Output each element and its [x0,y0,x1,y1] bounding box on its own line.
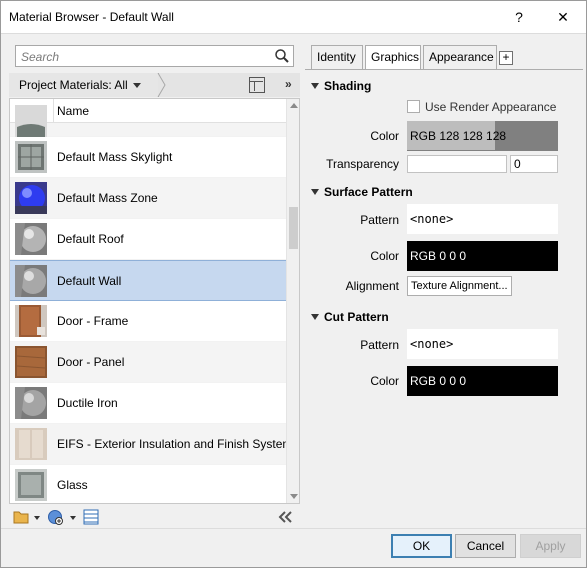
texture-alignment-button[interactable]: Texture Alignment... [407,276,512,296]
list-item-label: Default Mass Skylight [57,150,173,164]
material-thumbnail [15,182,47,214]
add-asset-button[interactable]: + [499,51,513,65]
surface-color-label: Color [370,249,399,263]
material-thumbnail [15,105,47,137]
list-item-label: EIFS - Exterior Insulation and Finish Sy… [57,437,293,451]
tab-identity[interactable]: Identity [311,45,363,69]
breadcrumb-arrow-icon [157,73,166,97]
search-placeholder: Search [21,50,60,64]
create-material-icon[interactable] [47,509,77,525]
cut-pattern-label: Pattern [360,338,399,352]
library-filter-label: Project Materials: All [19,78,128,92]
shading-color-value: RGB 128 128 128 [407,121,506,150]
library-filter-dropdown[interactable]: Project Materials: All [9,73,159,97]
cut-color-label: Color [370,374,399,388]
alignment-label: Alignment [345,279,399,293]
scroll-up-icon[interactable] [290,103,298,108]
list-item[interactable]: Default Mass Skylight [10,137,286,178]
list-footer-toolbar [9,504,300,528]
search-input[interactable]: Search [15,45,294,67]
list-item-label: Default Wall [57,274,122,288]
footer-divider [1,528,586,529]
cut-pattern-swatch[interactable]: <none> [407,329,558,359]
material-thumbnail [15,469,47,501]
collapse-triangle-icon [311,82,319,89]
section-heading: Shading [324,79,372,93]
list-item[interactable]: Default Mass Zone [10,178,286,219]
list-item[interactable] [10,105,286,137]
apply-button[interactable]: Apply [520,534,581,558]
toggle-library-panel-icon[interactable] [249,77,265,93]
transparency-input[interactable]: 0 [510,155,558,173]
use-render-appearance-checkbox[interactable] [407,100,420,113]
window-title: Material Browser - Default Wall [9,10,174,24]
section-heading: Surface Pattern [324,185,413,199]
search-icon[interactable] [274,48,290,64]
help-button[interactable]: ? [499,1,539,33]
show-more-button[interactable]: » [285,77,292,91]
material-thumbnail [15,223,47,255]
collapse-panel-icon[interactable] [277,509,293,525]
material-thumbnail [15,265,47,297]
collapse-triangle-icon [311,188,319,195]
surface-pattern-swatch[interactable]: <none> [407,204,558,234]
list-item[interactable]: Door - Panel [10,342,286,383]
transparency-label: Transparency [326,157,399,171]
library-folder-icon[interactable] [13,509,41,525]
list-item-label: Door - Panel [57,355,125,369]
list-view-icon[interactable] [83,509,99,525]
ok-button[interactable]: OK [391,534,452,558]
scroll-thumb[interactable] [289,207,298,249]
list-item-label: Door - Frame [57,314,129,328]
list-item[interactable]: Door - Frame [10,301,286,342]
graphics-panel: Shading Use Render Appearance Color RGB … [305,69,583,528]
section-heading: Cut Pattern [324,310,389,324]
use-render-appearance-label: Use Render Appearance [425,100,557,114]
material-thumbnail [15,346,47,378]
section-shading[interactable]: Shading [311,79,371,93]
library-toolbar: Project Materials: All » [9,73,300,97]
cut-color-swatch[interactable]: RGB 0 0 0 [407,366,558,396]
list-item[interactable]: Ductile Iron [10,383,286,424]
column-header-name[interactable]: Name [57,104,89,118]
material-list-pane: Search Project Materials: All » Name Def… [9,41,300,528]
section-cut-pattern[interactable]: Cut Pattern [311,310,389,324]
surface-pattern-label: Pattern [360,213,399,227]
title-bar: Material Browser - Default Wall ? ✕ [1,1,586,33]
tab-graphics[interactable]: Graphics [365,45,421,70]
material-thumbnail [15,141,47,173]
column-divider[interactable] [53,99,54,123]
material-editor-pane: Identity Graphics Appearance + Shading U… [305,41,583,528]
list-item[interactable]: Default Roof [10,219,286,260]
list-item[interactable]: EIFS - Exterior Insulation and Finish Sy… [10,424,292,465]
list-item[interactable]: Glass [10,465,286,503]
surface-color-swatch[interactable]: RGB 0 0 0 [407,241,558,271]
shading-color-swatch[interactable]: RGB 128 128 128 [407,121,558,151]
title-divider [1,33,586,34]
material-rows: Default Mass Skylight Default Mass Zone … [10,105,292,503]
list-item-selected[interactable]: Default Wall [10,260,286,301]
material-thumbnail [15,305,47,337]
chevron-down-icon [132,83,141,89]
list-item-label: Default Roof [57,232,124,246]
list-item-label: Default Mass Zone [57,191,158,205]
section-surface-pattern[interactable]: Surface Pattern [311,185,413,199]
list-header: Name [10,99,286,123]
transparency-slider[interactable] [407,155,507,173]
tab-appearance[interactable]: Appearance [423,45,497,69]
material-browser-dialog: Material Browser - Default Wall ? ✕ Sear… [0,0,587,568]
list-scrollbar[interactable] [286,99,299,503]
list-item-label: Glass [57,478,88,492]
close-button[interactable]: ✕ [543,1,583,33]
material-list: Name Default Mass Skylight Default Mass … [9,98,300,504]
material-thumbnail [15,428,47,460]
cancel-button[interactable]: Cancel [455,534,516,558]
shading-color-label: Color [370,129,399,143]
material-thumbnail [15,387,47,419]
list-item-label: Ductile Iron [57,396,118,410]
collapse-triangle-icon [311,313,319,320]
scroll-down-icon[interactable] [290,494,298,499]
